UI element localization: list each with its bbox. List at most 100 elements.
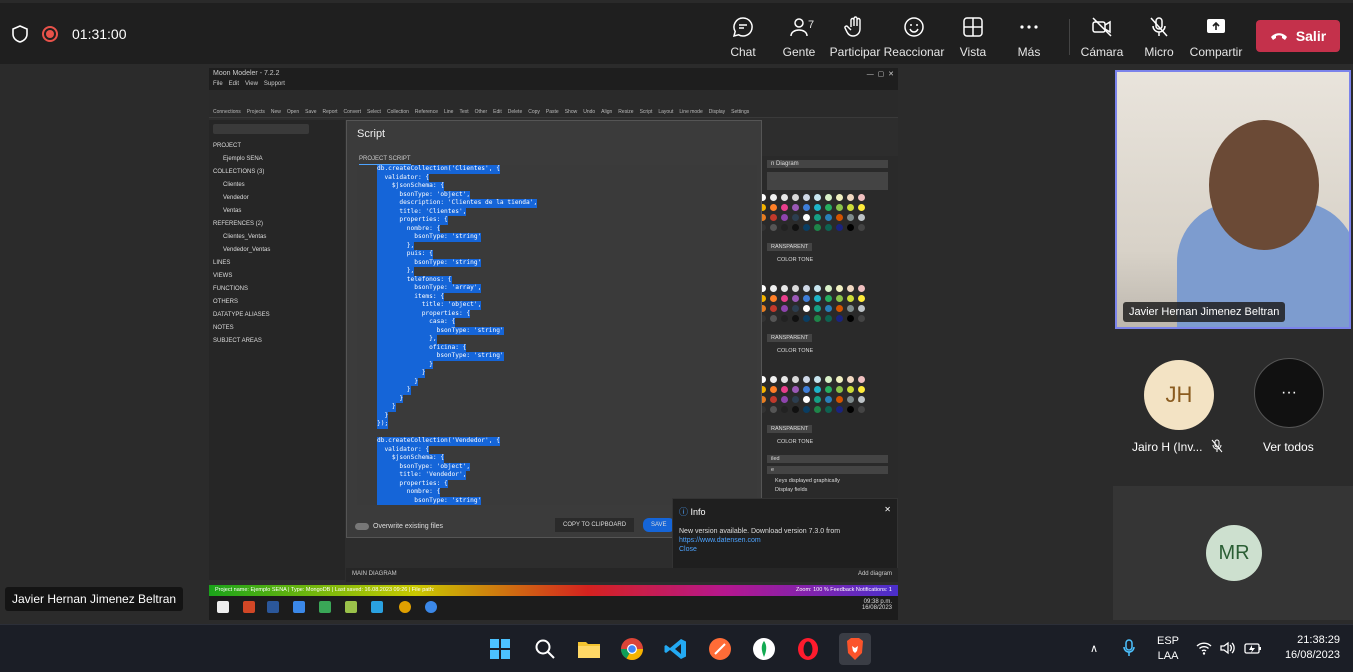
volume-icon[interactable] bbox=[1220, 641, 1236, 658]
color-tone-label[interactable]: COLOR TONE bbox=[777, 257, 898, 263]
tool-resize[interactable]: Resize bbox=[618, 109, 633, 115]
color-swatch[interactable] bbox=[781, 194, 788, 201]
share-button[interactable]: Compartir bbox=[1181, 15, 1251, 59]
color-swatch[interactable] bbox=[858, 204, 865, 211]
color-tone-label[interactable]: COLOR TONE bbox=[777, 439, 898, 445]
download-icon[interactable] bbox=[293, 601, 305, 613]
color-swatch[interactable] bbox=[781, 224, 788, 231]
color-swatch[interactable] bbox=[814, 386, 821, 393]
search-icon[interactable] bbox=[532, 636, 558, 662]
color-swatch[interactable] bbox=[847, 204, 854, 211]
color-swatch[interactable] bbox=[770, 295, 777, 302]
transparent-button[interactable]: RANSPARENT bbox=[767, 425, 813, 433]
chrome-icon[interactable] bbox=[619, 636, 645, 662]
overwrite-toggle[interactable] bbox=[355, 522, 369, 530]
color-swatch[interactable] bbox=[858, 396, 865, 403]
color-swatch[interactable] bbox=[836, 194, 843, 201]
color-swatch[interactable] bbox=[803, 194, 810, 201]
color-swatch[interactable] bbox=[858, 224, 865, 231]
color-swatch[interactable] bbox=[858, 194, 865, 201]
tool-show[interactable]: Show bbox=[565, 109, 578, 115]
menu-view[interactable]: View bbox=[245, 81, 258, 89]
see-all-label[interactable]: Ver todos bbox=[1263, 440, 1314, 454]
menu-edit[interactable]: Edit bbox=[229, 81, 239, 89]
color-swatch[interactable] bbox=[858, 295, 865, 302]
color-swatch[interactable] bbox=[781, 396, 788, 403]
color-swatch[interactable] bbox=[792, 376, 799, 383]
color-swatch[interactable] bbox=[792, 406, 799, 413]
wifi-icon[interactable] bbox=[1196, 641, 1212, 658]
color-swatch[interactable] bbox=[803, 305, 810, 312]
color-swatch[interactable] bbox=[781, 214, 788, 221]
color-swatch[interactable] bbox=[814, 406, 821, 413]
color-swatch[interactable] bbox=[781, 204, 788, 211]
tree-search-input[interactable] bbox=[213, 124, 309, 134]
postman-icon[interactable] bbox=[707, 636, 733, 662]
color-swatch[interactable] bbox=[781, 305, 788, 312]
color-swatch[interactable] bbox=[792, 285, 799, 292]
color-swatch[interactable] bbox=[836, 315, 843, 322]
color-palette-1[interactable] bbox=[757, 190, 898, 235]
chrome-icon[interactable] bbox=[399, 601, 411, 613]
mongodb-icon[interactable] bbox=[319, 601, 331, 613]
color-swatch[interactable] bbox=[825, 214, 832, 221]
tree-item[interactable]: COLLECTIONS (3) bbox=[213, 166, 341, 179]
color-palette-3[interactable] bbox=[757, 372, 898, 417]
color-swatch[interactable] bbox=[836, 396, 843, 403]
menu-support[interactable]: Support bbox=[264, 81, 285, 89]
color-swatch[interactable] bbox=[858, 406, 865, 413]
color-swatch[interactable] bbox=[825, 376, 832, 383]
tree-item[interactable]: Ventas bbox=[213, 205, 341, 218]
color-swatch[interactable] bbox=[814, 214, 821, 221]
color-swatch[interactable] bbox=[770, 194, 777, 201]
color-swatch[interactable] bbox=[847, 315, 854, 322]
leave-button[interactable]: Salir bbox=[1256, 20, 1340, 52]
file-explorer-icon[interactable] bbox=[576, 636, 602, 662]
transparent-button[interactable]: RANSPARENT bbox=[767, 243, 813, 251]
opera-icon[interactable] bbox=[795, 636, 821, 662]
brave-icon[interactable] bbox=[839, 633, 871, 665]
close-icon[interactable]: ✕ bbox=[884, 505, 891, 514]
color-swatch[interactable] bbox=[858, 376, 865, 383]
tree-item[interactable]: PROJECT bbox=[213, 140, 341, 153]
tree-item[interactable]: Clientes_Ventas bbox=[213, 231, 341, 244]
color-swatch[interactable] bbox=[825, 224, 832, 231]
color-swatch[interactable] bbox=[836, 224, 843, 231]
color-swatch[interactable] bbox=[803, 386, 810, 393]
color-swatch[interactable] bbox=[803, 396, 810, 403]
color-swatch[interactable] bbox=[803, 376, 810, 383]
tool-display[interactable]: Display bbox=[709, 109, 725, 115]
windows-start-icon[interactable] bbox=[487, 636, 513, 662]
transparent-button[interactable]: RANSPARENT bbox=[767, 334, 813, 342]
color-swatch[interactable] bbox=[770, 204, 777, 211]
color-swatch[interactable] bbox=[847, 396, 854, 403]
color-swatch[interactable] bbox=[792, 315, 799, 322]
color-swatch[interactable] bbox=[781, 406, 788, 413]
copy-to-clipboard-button[interactable]: COPY TO CLIPBOARD bbox=[555, 518, 635, 532]
color-swatch[interactable] bbox=[814, 224, 821, 231]
camera-tile[interactable]: Javier Hernan Jimenez Beltran bbox=[1115, 70, 1351, 329]
system-clock[interactable]: 21:38:29 16/08/2023 bbox=[1278, 634, 1340, 661]
color-swatch[interactable] bbox=[770, 315, 777, 322]
color-swatch[interactable] bbox=[803, 406, 810, 413]
color-swatch[interactable] bbox=[825, 315, 832, 322]
color-swatch[interactable] bbox=[825, 194, 832, 201]
tool-text[interactable]: Text bbox=[459, 109, 468, 115]
tool-reference[interactable]: Reference bbox=[415, 109, 438, 115]
tab-main-diagram[interactable]: MAIN DIAGRAM bbox=[352, 571, 397, 577]
tree-item[interactable]: REFERENCES (2) bbox=[213, 218, 341, 231]
diagram-description-field[interactable] bbox=[767, 172, 888, 190]
tool-new[interactable]: New bbox=[271, 109, 281, 115]
tool-other[interactable]: Other bbox=[475, 109, 488, 115]
color-swatch[interactable] bbox=[836, 295, 843, 302]
keys-option[interactable]: Keys displayed graphically bbox=[775, 478, 898, 484]
color-swatch[interactable] bbox=[814, 285, 821, 292]
chevron-up-icon[interactable]: ∧ bbox=[1090, 642, 1098, 655]
color-swatch[interactable] bbox=[836, 386, 843, 393]
color-swatch[interactable] bbox=[836, 285, 843, 292]
add-diagram-button[interactable]: Add diagram bbox=[858, 571, 892, 577]
tool-line[interactable]: Line bbox=[444, 109, 453, 115]
tree-item[interactable]: OTHERS bbox=[213, 296, 341, 309]
color-swatch[interactable] bbox=[814, 305, 821, 312]
tool-convert[interactable]: Convert bbox=[344, 109, 362, 115]
